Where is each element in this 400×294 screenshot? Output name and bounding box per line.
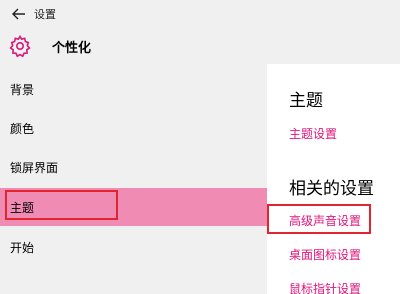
theme-settings-link[interactable]: 主题设置: [289, 125, 337, 142]
sidebar-item-lock-screen[interactable]: 锁屏界面: [0, 148, 267, 186]
back-button[interactable]: [8, 3, 30, 25]
window-title: 设置: [34, 8, 56, 21]
desktop-icon-settings-link[interactable]: 桌面图标设置: [289, 246, 361, 263]
sidebar-item-label: 颜色: [10, 122, 35, 136]
page-header: 个性化: [0, 28, 400, 64]
section-heading-theme: 主题: [289, 91, 323, 111]
back-arrow-icon: [12, 8, 25, 20]
sidebar-item-themes[interactable]: 主题: [0, 188, 267, 226]
sidebar-item-label: 背景: [10, 83, 35, 97]
sidebar: 背景 颜色 锁屏界面 主题 开始: [0, 64, 267, 294]
sidebar-item-start[interactable]: 开始: [0, 228, 267, 266]
sidebar-item-colors[interactable]: 颜色: [0, 109, 267, 147]
sidebar-item-background[interactable]: 背景: [0, 70, 267, 108]
sidebar-item-label: 锁屏界面: [10, 161, 59, 175]
gear-icon: [9, 34, 31, 58]
main-content: 主题 主题设置 相关的设置 高级声音设置 桌面图标设置 鼠标指针设置: [267, 64, 400, 294]
sidebar-item-label: 开始: [10, 241, 35, 255]
page-title: 个性化: [52, 41, 92, 56]
sidebar-item-label: 主题: [10, 201, 35, 215]
section-heading-related: 相关的设置: [289, 179, 374, 199]
title-bar: 设置: [0, 0, 400, 28]
advanced-sound-settings-link[interactable]: 高级声音设置: [289, 212, 361, 229]
mouse-pointer-settings-link[interactable]: 鼠标指针设置: [289, 280, 361, 294]
